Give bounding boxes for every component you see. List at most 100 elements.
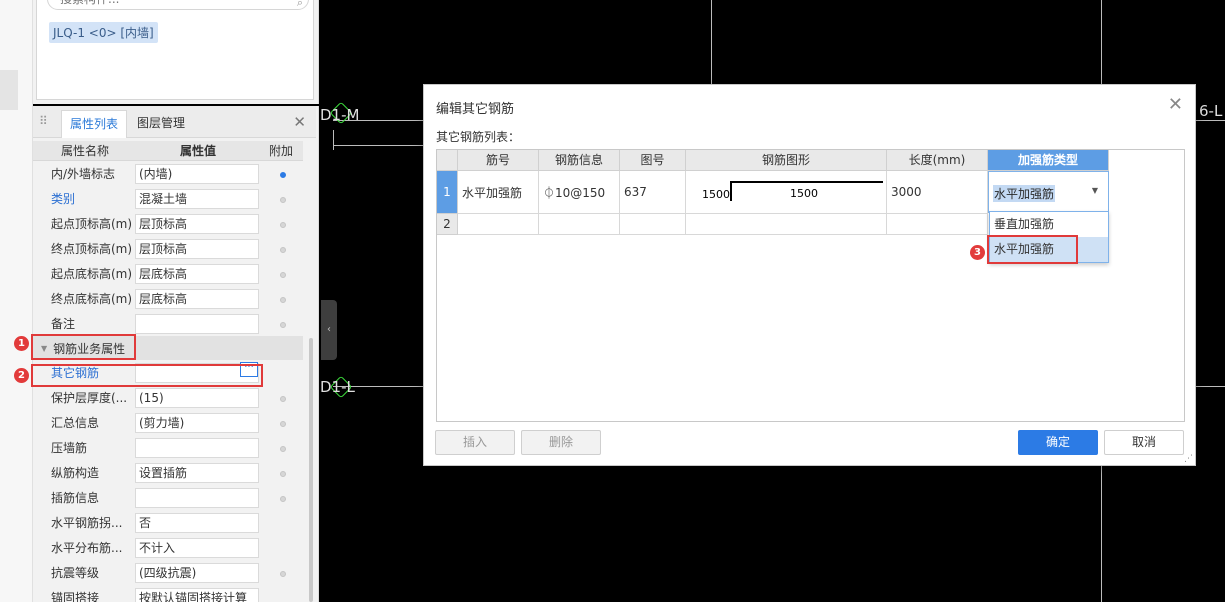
property-value[interactable]: (15) [135, 387, 259, 408]
property-row[interactable]: 内/外墙标志 (内墙) [33, 161, 303, 186]
dialog-close-icon[interactable]: ✕ [1168, 94, 1183, 115]
row-number[interactable]: 1 [437, 171, 458, 214]
property-value[interactable]: (内墙) [135, 163, 259, 184]
property-row[interactable]: 汇总信息 (剪力墙) [33, 410, 303, 435]
property-name: 终点顶标高(m) [51, 242, 133, 256]
attach-radio-icon[interactable] [280, 570, 286, 577]
attach-radio-icon[interactable] [280, 271, 286, 278]
attach-cell [263, 566, 303, 580]
annotation-badge-2: 2 [14, 368, 29, 383]
highlight-box-horizontal-option [987, 235, 1078, 264]
property-name: 起点顶标高(m) [51, 217, 133, 231]
panel-tab-bar: ⠿ 属性列表 图层管理 ✕ [33, 106, 316, 138]
drag-handle-icon[interactable]: ⠿ [39, 114, 48, 128]
property-value[interactable] [135, 313, 259, 334]
dropdown-option-vertical[interactable]: 垂直加强筋 [990, 212, 1108, 237]
selected-component-tag[interactable]: JLQ-1 <0> [内墙] [49, 22, 158, 43]
cell-bar-shape[interactable]: 1500 1500 [686, 171, 887, 214]
property-row[interactable]: 纵筋构造 设置插筋 [33, 460, 303, 485]
attach-radio-icon[interactable] [280, 420, 286, 427]
property-value[interactable]: 不计入 [135, 537, 259, 558]
property-value[interactable]: 设置插筋 [135, 462, 259, 483]
col-header-figure-no[interactable]: 图号 [620, 150, 686, 171]
reinforce-type-select[interactable]: 水平加强筋 ▼ [988, 171, 1109, 213]
attach-radio-icon[interactable] [280, 296, 286, 303]
property-value[interactable]: 按默认锚固搭接计算 [135, 587, 259, 602]
component-list-area: ⌕ JLQ-1 <0> [内墙] [36, 0, 314, 100]
cell-figure-no[interactable] [620, 214, 686, 235]
search-input[interactable] [47, 0, 309, 10]
delete-button[interactable]: 删除 [521, 430, 601, 455]
cell-bar-no[interactable]: 水平加强筋 [458, 171, 539, 214]
attach-radio-icon[interactable] [280, 196, 286, 203]
shape-dim-main[interactable]: 1500 [790, 187, 818, 200]
close-icon[interactable]: ✕ [293, 113, 306, 131]
rebar-grid: 筋号 钢筋信息 图号 钢筋图形 长度(mm) 加强筋类型 1 水平加强筋 ⏀10… [436, 149, 1185, 422]
cell-bar-info[interactable]: ⏀10@150 [539, 171, 620, 214]
attach-radio-icon[interactable] [280, 445, 286, 452]
col-header-bar-shape[interactable]: 钢筋图形 [686, 150, 887, 171]
property-value[interactable] [135, 437, 259, 458]
cell-length[interactable] [887, 214, 988, 235]
property-row[interactable]: 终点底标高(m) 层底标高 [33, 286, 303, 311]
attach-radio-icon[interactable] [280, 470, 286, 477]
cell-length[interactable]: 3000 [887, 171, 988, 214]
property-row[interactable]: 起点顶标高(m) 层顶标高 [33, 211, 303, 236]
tab-properties[interactable]: 属性列表 [61, 110, 128, 138]
property-row[interactable]: 类别 混凝土墙 [33, 186, 303, 211]
attach-radio-icon[interactable] [280, 171, 286, 178]
cancel-button[interactable]: 取消 [1104, 430, 1184, 455]
property-row[interactable]: 终点顶标高(m) 层顶标高 [33, 236, 303, 261]
cell-figure-no[interactable]: 637 [620, 171, 686, 214]
attach-radio-icon[interactable] [280, 246, 286, 253]
property-row[interactable]: 保护层厚度(... (15) [33, 385, 303, 410]
attach-cell [263, 217, 303, 231]
property-row[interactable]: 起点底标高(m) 层底标高 [33, 261, 303, 286]
attach-radio-icon[interactable] [280, 495, 286, 502]
tab-layers[interactable]: 图层管理 [129, 110, 193, 138]
property-row[interactable]: 水平钢筋拐... 否 [33, 510, 303, 535]
ok-button[interactable]: 确定 [1018, 430, 1098, 455]
attach-radio-icon[interactable] [280, 221, 286, 228]
property-name: 保护层厚度(... [51, 391, 128, 405]
property-row[interactable]: 压墙筋 [33, 435, 303, 460]
row-number[interactable]: 2 [437, 214, 458, 235]
insert-button[interactable]: 插入 [435, 430, 515, 455]
attach-radio-icon[interactable] [280, 395, 286, 402]
attach-radio-icon[interactable] [280, 321, 286, 328]
panel-scrollbar[interactable] [309, 338, 313, 602]
attach-cell [263, 292, 303, 306]
cell-bar-shape[interactable] [686, 214, 887, 235]
property-row[interactable]: 备注 [33, 311, 303, 336]
search-icon[interactable]: ⌕ [297, 0, 303, 10]
chevron-down-icon[interactable]: ▼ [1092, 186, 1098, 195]
property-value[interactable]: 混凝土墙 [135, 188, 259, 209]
select-value: 水平加强筋 [993, 185, 1056, 202]
grid-line [333, 130, 334, 150]
panel-collapse-handle[interactable]: ‹ [321, 300, 337, 360]
property-value[interactable]: 否 [135, 512, 259, 533]
attach-cell [263, 491, 303, 505]
cell-bar-info[interactable] [539, 214, 620, 235]
property-value[interactable]: (四级抗震) [135, 562, 259, 583]
cell-bar-no[interactable] [458, 214, 539, 235]
property-row[interactable]: 插筋信息 [33, 485, 303, 510]
property-value[interactable]: 层底标高 [135, 288, 259, 309]
header-attach: 附加 [268, 144, 293, 158]
resize-grip-icon[interactable]: ⋰ [1184, 454, 1193, 464]
property-value[interactable]: (剪力墙) [135, 412, 259, 433]
col-header-bar-info[interactable]: 钢筋信息 [539, 150, 620, 171]
property-row[interactable]: 水平分布筋... 不计入 [33, 535, 303, 560]
property-row[interactable]: 抗震等级 (四级抗震) [33, 560, 303, 585]
attach-cell [263, 167, 303, 181]
property-value[interactable]: 层顶标高 [135, 238, 259, 259]
property-value[interactable] [135, 487, 259, 508]
property-value[interactable]: 层顶标高 [135, 213, 259, 234]
col-header-bar-no[interactable]: 筋号 [458, 150, 539, 171]
property-name: 终点底标高(m) [51, 292, 133, 306]
shape-dim-left[interactable]: 1500 [702, 188, 730, 201]
property-row[interactable]: 锚固搭接 按默认锚固搭接计算 [33, 585, 303, 602]
col-header-reinforce-type[interactable]: 加强筋类型 [988, 150, 1109, 171]
col-header-length[interactable]: 长度(mm) [887, 150, 988, 171]
property-value[interactable]: 层底标高 [135, 263, 259, 284]
